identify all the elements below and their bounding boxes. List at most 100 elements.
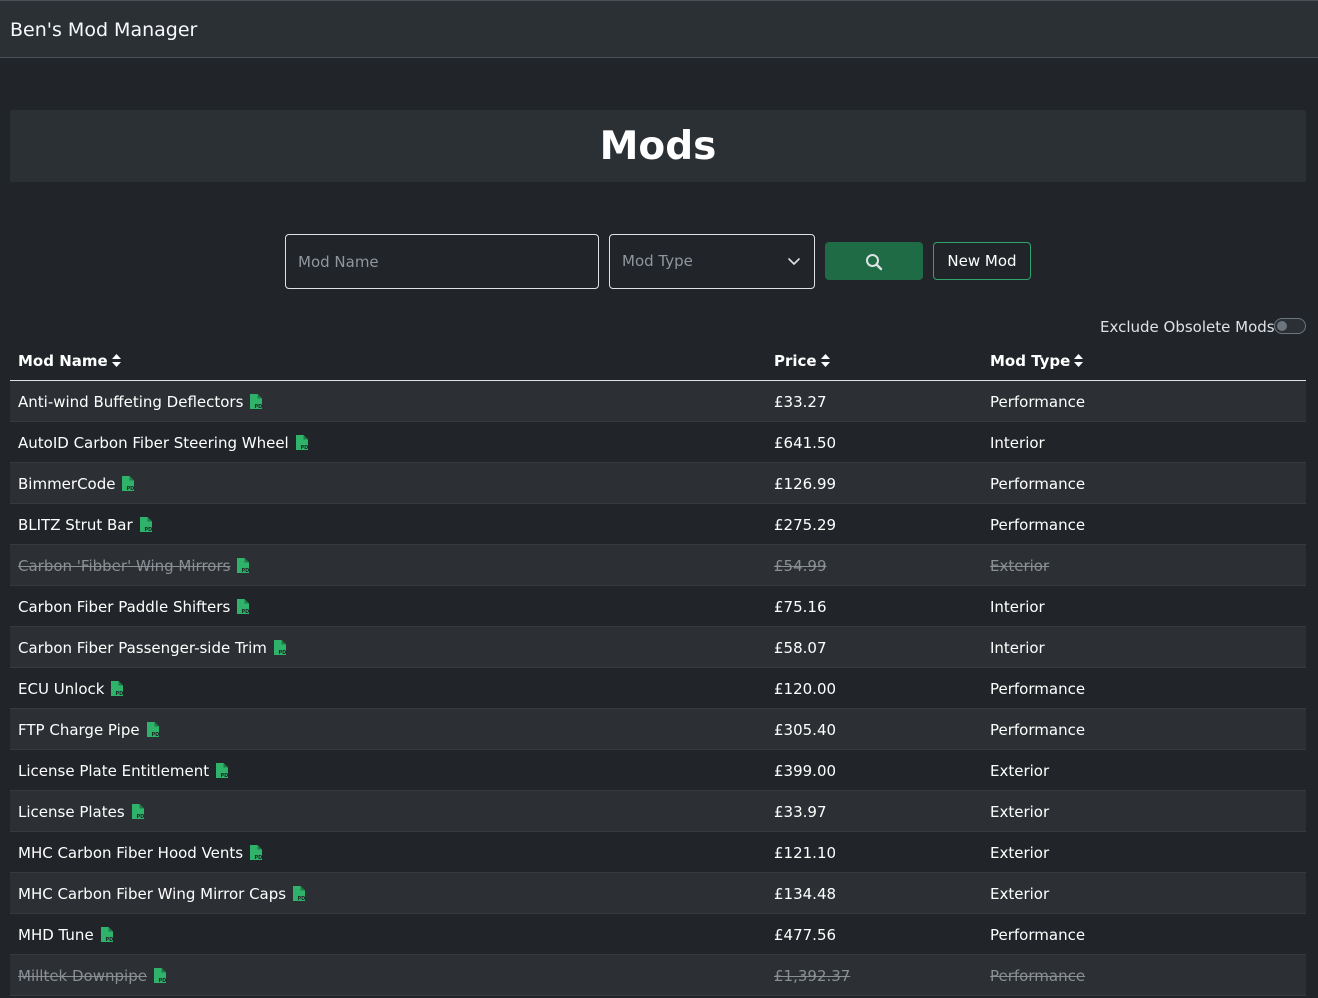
cell-price: £477.56 [774,926,837,944]
cell-price: £54.99 [774,557,827,575]
file-pdf-icon[interactable]: PDF [249,844,263,861]
table-row[interactable]: Carbon 'Fibber' Wing Mirrors PDF £54.99 E… [10,545,1306,586]
file-pdf-icon[interactable]: PDF [139,516,153,533]
header-mod-name[interactable]: Mod Name [18,352,122,370]
search-icon [866,254,883,271]
mod-name-text: BLITZ Strut Bar [18,516,133,534]
toggle-knob [1277,321,1287,331]
search-button[interactable] [825,242,923,280]
cell-mod-name[interactable]: Anti-wind Buffeting Deflectors PDF [18,393,263,411]
cell-mod-name[interactable]: License Plate Entitlement PDF [18,762,229,780]
file-pdf-icon[interactable]: PDF [131,803,145,820]
cell-mod-name[interactable]: AutoID Carbon Fiber Steering Wheel PDF [18,434,309,452]
table-row[interactable]: License Plates PDF £33.97 Exterior [10,791,1306,832]
new-mod-button[interactable]: New Mod [933,242,1031,280]
cell-price: £275.29 [774,516,837,534]
header-price[interactable]: Price [774,352,831,370]
mod-name-text: BimmerCode [18,475,116,493]
header-mod-name-label: Mod Name [18,352,108,370]
table-row[interactable]: BimmerCode PDF £126.99 Performance [10,463,1306,504]
cell-mod-type: Performance [990,721,1086,739]
table-row[interactable]: ECU Unlock PDF £120.00 Performance [10,668,1306,709]
cell-price: £305.40 [774,721,837,739]
cell-mod-name[interactable]: Carbon 'Fibber' Wing Mirrors PDF [18,557,250,575]
cell-mod-name[interactable]: FTP Charge Pipe PDF [18,721,160,739]
svg-text:PDF: PDF [136,814,145,820]
table-row[interactable]: Anti-wind Buffeting Deflectors PDF £33.27… [10,381,1306,422]
file-pdf-icon[interactable]: PDF [153,967,167,984]
table-row[interactable]: Milltek Downpipe PDF £1,392.37 Performanc… [10,955,1306,996]
brand-title[interactable]: Ben's Mod Manager [10,18,197,42]
cell-mod-name[interactable]: BLITZ Strut Bar PDF [18,516,153,534]
header-price-label: Price [774,352,817,370]
svg-text:PDF: PDF [255,404,264,410]
file-pdf-icon[interactable]: PDF [236,598,250,615]
mod-name-text: MHC Carbon Fiber Wing Mirror Caps [18,885,287,903]
cell-mod-name[interactable]: MHD Tune PDF [18,926,114,944]
file-pdf-icon[interactable]: PDF [110,680,124,697]
svg-text:PDF: PDF [144,527,153,533]
svg-text:PDF: PDF [300,445,309,451]
svg-text:PDF: PDF [116,691,125,697]
svg-text:PDF: PDF [298,896,307,902]
table-row[interactable]: Carbon Fiber Paddle Shifters PDF £75.16 I… [10,586,1306,627]
file-pdf-icon[interactable]: PDF [236,557,250,574]
table-row[interactable]: FTP Charge Pipe PDF £305.40 Performance [10,709,1306,750]
cell-mod-type: Performance [990,680,1086,698]
table-row[interactable]: AutoID Carbon Fiber Steering Wheel PDF £6… [10,422,1306,463]
cell-mod-type: Performance [990,475,1086,493]
cell-mod-type: Exterior [990,844,1050,862]
page-title: Mods [599,124,717,169]
mod-name-text: MHD Tune [18,926,94,944]
table-body: Anti-wind Buffeting Deflectors PDF £33.27… [10,381,1306,996]
table-header: Mod Name Price Mod Type [10,340,1306,381]
cell-mod-name[interactable]: ECU Unlock PDF [18,680,124,698]
cell-mod-name[interactable]: Carbon Fiber Passenger-side Trim PDF [18,639,287,657]
cell-mod-name[interactable]: License Plates PDF [18,803,145,821]
file-pdf-icon[interactable]: PDF [146,721,160,738]
cell-mod-type: Exterior [990,803,1050,821]
mod-name-text: Carbon Fiber Paddle Shifters [18,598,231,616]
cell-mod-name[interactable]: Milltek Downpipe PDF [18,967,167,985]
cell-price: £120.00 [774,680,837,698]
cell-price: £1,392.37 [774,967,851,985]
cell-mod-type: Performance [990,926,1086,944]
table-row[interactable]: MHC Carbon Fiber Hood Vents PDF £121.10 E… [10,832,1306,873]
mod-name-text: Milltek Downpipe [18,967,147,985]
mod-name-input[interactable] [285,234,599,289]
svg-text:PDF: PDF [221,773,230,779]
table-row[interactable]: BLITZ Strut Bar PDF £275.29 Performance [10,504,1306,545]
table-row[interactable]: MHD Tune PDF £477.56 Performance [10,914,1306,955]
chevron-down-icon [788,258,800,265]
file-pdf-icon[interactable]: PDF [215,762,229,779]
mod-name-text: AutoID Carbon Fiber Steering Wheel [18,434,289,452]
sort-icon [820,354,830,367]
cell-mod-type: Interior [990,639,1045,657]
file-pdf-icon[interactable]: PDF [295,434,309,451]
file-pdf-icon[interactable]: PDF [100,926,114,943]
table-row[interactable]: License Plate Entitlement PDF £399.00 Ext… [10,750,1306,791]
file-pdf-icon[interactable]: PDF [121,475,135,492]
cell-price: £33.97 [774,803,827,821]
cell-mod-type: Exterior [990,885,1050,903]
table-row[interactable]: MHC Carbon Fiber Wing Mirror Caps PDF £13… [10,873,1306,914]
cell-mod-name[interactable]: MHC Carbon Fiber Hood Vents PDF [18,844,263,862]
file-pdf-icon[interactable]: PDF [273,639,287,656]
mod-type-select[interactable]: Mod Type [609,234,815,289]
cell-mod-name[interactable]: MHC Carbon Fiber Wing Mirror Caps PDF [18,885,306,903]
cell-mod-name[interactable]: Carbon Fiber Paddle Shifters PDF [18,598,250,616]
cell-mod-name[interactable]: BimmerCode PDF [18,475,135,493]
title-band: Mods [10,110,1306,182]
mods-table: Mod Name Price Mod Type Anti-wind Buffet… [10,340,1306,996]
header-mod-type[interactable]: Mod Type [990,352,1084,370]
mod-name-text: ECU Unlock [18,680,105,698]
cell-mod-type: Exterior [990,762,1050,780]
cell-price: £641.50 [774,434,837,452]
table-row[interactable]: Carbon Fiber Passenger-side Trim PDF £58.… [10,627,1306,668]
mod-name-text: License Plate Entitlement [18,762,210,780]
cell-mod-type: Exterior [990,557,1050,575]
file-pdf-icon[interactable]: PDF [249,393,263,410]
file-pdf-icon[interactable]: PDF [292,885,306,902]
mod-name-text: License Plates [18,803,125,821]
exclude-obsolete-toggle[interactable] [1274,318,1306,334]
